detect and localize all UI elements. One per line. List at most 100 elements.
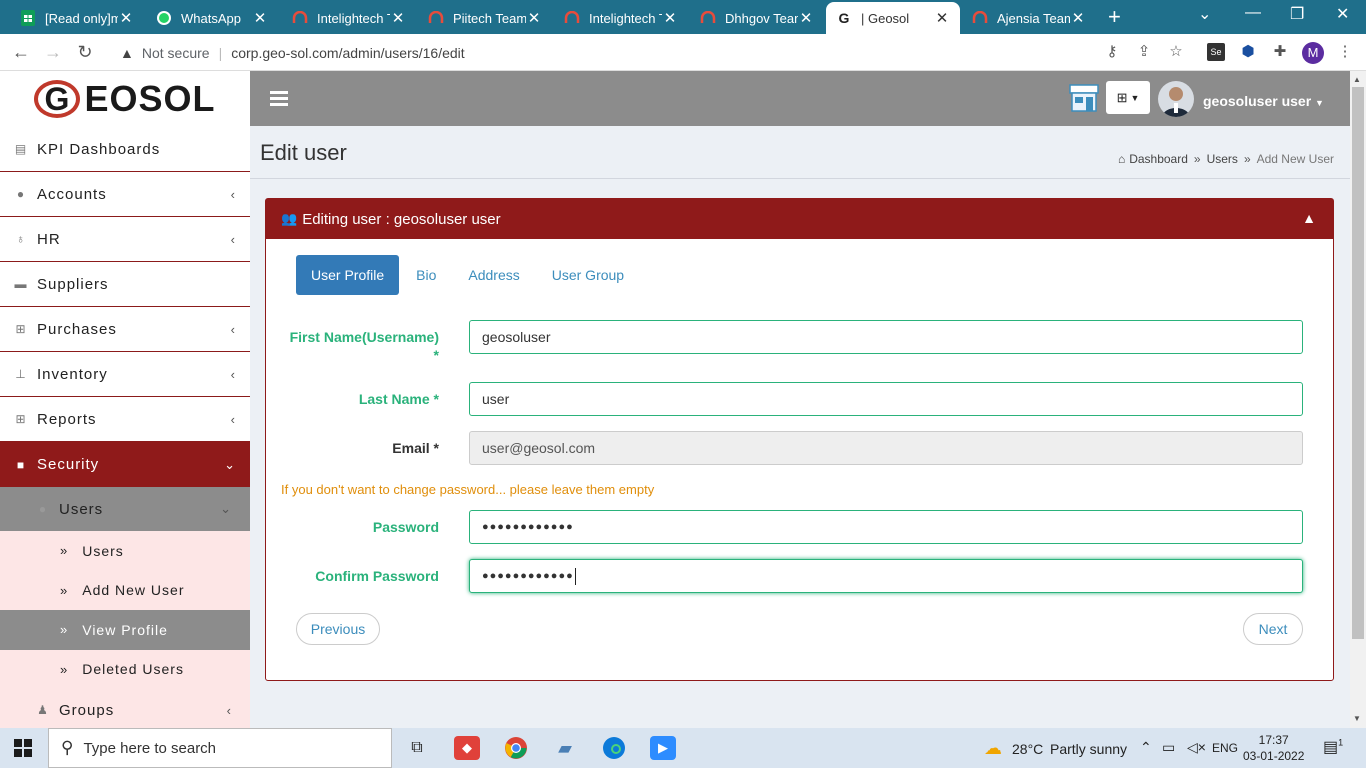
minimize-icon[interactable]: — (1245, 4, 1261, 22)
sheets-icon (20, 10, 36, 26)
sidebar-item-purchases[interactable]: ⊞ Purchases ‹ (0, 307, 250, 352)
close-tab-icon[interactable]: ✕ (1070, 9, 1086, 27)
chevron-left-icon: ‹ (226, 702, 232, 718)
sidebar-item-security[interactable]: ■ Security ⌄ (0, 442, 250, 487)
menu-toggle-icon[interactable] (270, 91, 288, 109)
extensions-puzzle-icon[interactable]: ✚ (1271, 43, 1289, 61)
tab-user-profile[interactable]: User Profile (296, 255, 400, 295)
close-tab-icon[interactable]: ✕ (118, 9, 134, 27)
sidebar-item-kpi-dashboards[interactable]: ▤ KPI Dashboards (0, 127, 250, 172)
users-group-icon: 👥 (281, 211, 298, 226)
browser-tab[interactable]: Intelightech T ✕ (554, 2, 688, 34)
teams-headset-icon (972, 10, 988, 26)
close-tab-icon[interactable]: ✕ (798, 9, 814, 27)
share-icon[interactable]: ⇪ (1135, 43, 1153, 61)
password-field[interactable]: ●●●●●●●●●●●● (469, 510, 1303, 544)
url-field[interactable]: ▲ Not secure | corp.geo-sol.com/admin/us… (108, 38, 1198, 67)
close-tab-icon[interactable]: ✕ (934, 9, 950, 27)
breadcrumb-dashboard[interactable]: Dashboard (1129, 152, 1188, 166)
bookmark-star-icon[interactable]: ☆ (1167, 43, 1185, 61)
sidebar-subitem-add-new-user[interactable]: » Add New User (0, 570, 250, 610)
browser-tab[interactable]: [Read only]m ✕ (10, 2, 144, 34)
close-tab-icon[interactable]: ✕ (390, 9, 406, 27)
sidebar-item-reports[interactable]: ⊞ Reports ‹ (0, 397, 250, 442)
store-icon[interactable] (1068, 83, 1100, 113)
sidebar-item-suppliers[interactable]: ▬ Suppliers (0, 262, 250, 307)
maximize-icon[interactable]: ❐ (1290, 4, 1304, 24)
close-tab-icon[interactable]: ✕ (252, 9, 268, 27)
sidebar-subitem-users[interactable]: » Users (0, 531, 250, 571)
first-name-field[interactable]: geosoluser (469, 320, 1303, 354)
scroll-up-icon[interactable]: ▲ (1353, 75, 1361, 84)
browser-tab[interactable]: Piitech Teams ✕ (418, 2, 552, 34)
new-tab-icon[interactable]: + (1108, 6, 1121, 28)
chevron-up-icon[interactable]: ▲ (1302, 210, 1316, 226)
geosol-logo[interactable]: G EOSOL (0, 71, 250, 127)
back-icon[interactable]: ← (10, 41, 32, 63)
weather-text[interactable]: Partly sunny (1050, 741, 1127, 757)
browser-tab[interactable]: Dhhgov Team ✕ (690, 2, 824, 34)
search-icon: ⚲ (61, 738, 74, 757)
sidebar-subitem-deleted-users[interactable]: » Deleted Users (0, 649, 250, 689)
teams-headset-icon (292, 10, 308, 26)
edge-icon[interactable] (601, 736, 627, 760)
battery-icon[interactable]: ▭ (1162, 739, 1175, 756)
page-scrollbar[interactable]: ▲ ▼ (1350, 71, 1366, 728)
browser-tab[interactable]: Ajensia Teams ✕ (962, 2, 1096, 34)
sidebar-item-groups[interactable]: ♟ Groups ‹ (0, 689, 250, 728)
breadcrumb-users[interactable]: Users (1207, 152, 1238, 166)
sidebar-item-inventory[interactable]: ⊥ Inventory ‹ (0, 352, 250, 397)
volume-muted-icon[interactable]: ◁× (1187, 739, 1206, 756)
next-button[interactable]: Next (1243, 613, 1303, 645)
weather-temp[interactable]: 28°C (1012, 741, 1043, 757)
profile-avatar-icon[interactable]: M (1302, 42, 1324, 64)
anydesk-icon[interactable]: ◆ (454, 736, 480, 760)
last-name-field[interactable]: user (469, 382, 1303, 416)
previous-button[interactable]: Previous (296, 613, 380, 645)
windows-start-icon[interactable] (14, 739, 32, 757)
home-icon: ⌂ (1117, 152, 1126, 166)
scroll-down-icon[interactable]: ▼ (1353, 714, 1361, 723)
notepad-icon[interactable]: ▰ (552, 736, 578, 760)
tab-address[interactable]: Address (453, 255, 534, 295)
scrollbar-thumb[interactable] (1352, 87, 1364, 639)
sidebar-item-hr[interactable]: ♁ HR ‹ (0, 217, 250, 262)
key-icon[interactable]: ⚷ (1103, 43, 1121, 61)
email-label: Email * (392, 440, 439, 456)
chrome-icon[interactable] (503, 736, 529, 760)
sidebar-item-users[interactable]: ● Users ⌄ (0, 487, 250, 531)
browser-menu-icon[interactable]: ⋮ (1336, 43, 1354, 61)
language-indicator[interactable]: ENG (1212, 741, 1238, 755)
close-tab-icon[interactable]: ✕ (662, 9, 678, 27)
taskbar-search-input[interactable]: ⚲ Type here to search (48, 728, 392, 768)
weather-icon[interactable]: ☁ (980, 736, 1006, 760)
close-window-icon[interactable]: ✕ (1336, 4, 1349, 24)
browser-tab[interactable]: WhatsApp ✕ (146, 2, 278, 34)
taskbar-clock[interactable]: 17:37 03-01-2022 (1243, 732, 1304, 764)
task-view-icon[interactable]: ⧉ (404, 736, 430, 760)
double-chevron-icon: » (60, 622, 69, 638)
notification-icon[interactable]: ▤1 (1323, 737, 1343, 757)
tab-user-group[interactable]: User Group (537, 255, 639, 295)
quick-add-button[interactable]: ⊞ ▼ (1106, 81, 1150, 114)
top-navbar: ⊞ ▼ geosoluser user ▼ (250, 71, 1350, 126)
zoom-icon[interactable]: ▶ (650, 736, 676, 760)
forward-icon[interactable]: → (42, 41, 64, 63)
close-tab-icon[interactable]: ✕ (526, 9, 542, 27)
user-menu[interactable]: geosoluser user ▼ (1203, 93, 1324, 109)
extension-shield-icon[interactable]: ⬢ (1239, 43, 1257, 61)
first-name-label: First Name(Username) * (289, 329, 439, 363)
confirm-password-field[interactable]: ●●●●●●●●●●●● (469, 559, 1303, 593)
browser-tab-active[interactable]: G | Geosol ✕ (826, 2, 960, 34)
avatar[interactable] (1158, 81, 1194, 117)
sidebar-item-accounts[interactable]: ● Accounts ‹ (0, 172, 250, 217)
show-hidden-icons-icon[interactable]: ⌃ (1140, 739, 1152, 756)
sidebar-subitem-view-profile[interactable]: » View Profile (0, 610, 250, 650)
browser-tab[interactable]: Intelightech T ✕ (282, 2, 416, 34)
extension-se-icon[interactable]: Se (1207, 43, 1225, 61)
tab-bio[interactable]: Bio (401, 255, 451, 295)
sidebar: G EOSOL ▤ KPI Dashboards ● Accounts ‹ ♁ … (0, 71, 250, 728)
truck-icon: ▬ (14, 277, 28, 291)
tab-search-icon[interactable]: ⌄ (1198, 4, 1211, 24)
reload-icon[interactable]: ↻ (74, 41, 96, 63)
